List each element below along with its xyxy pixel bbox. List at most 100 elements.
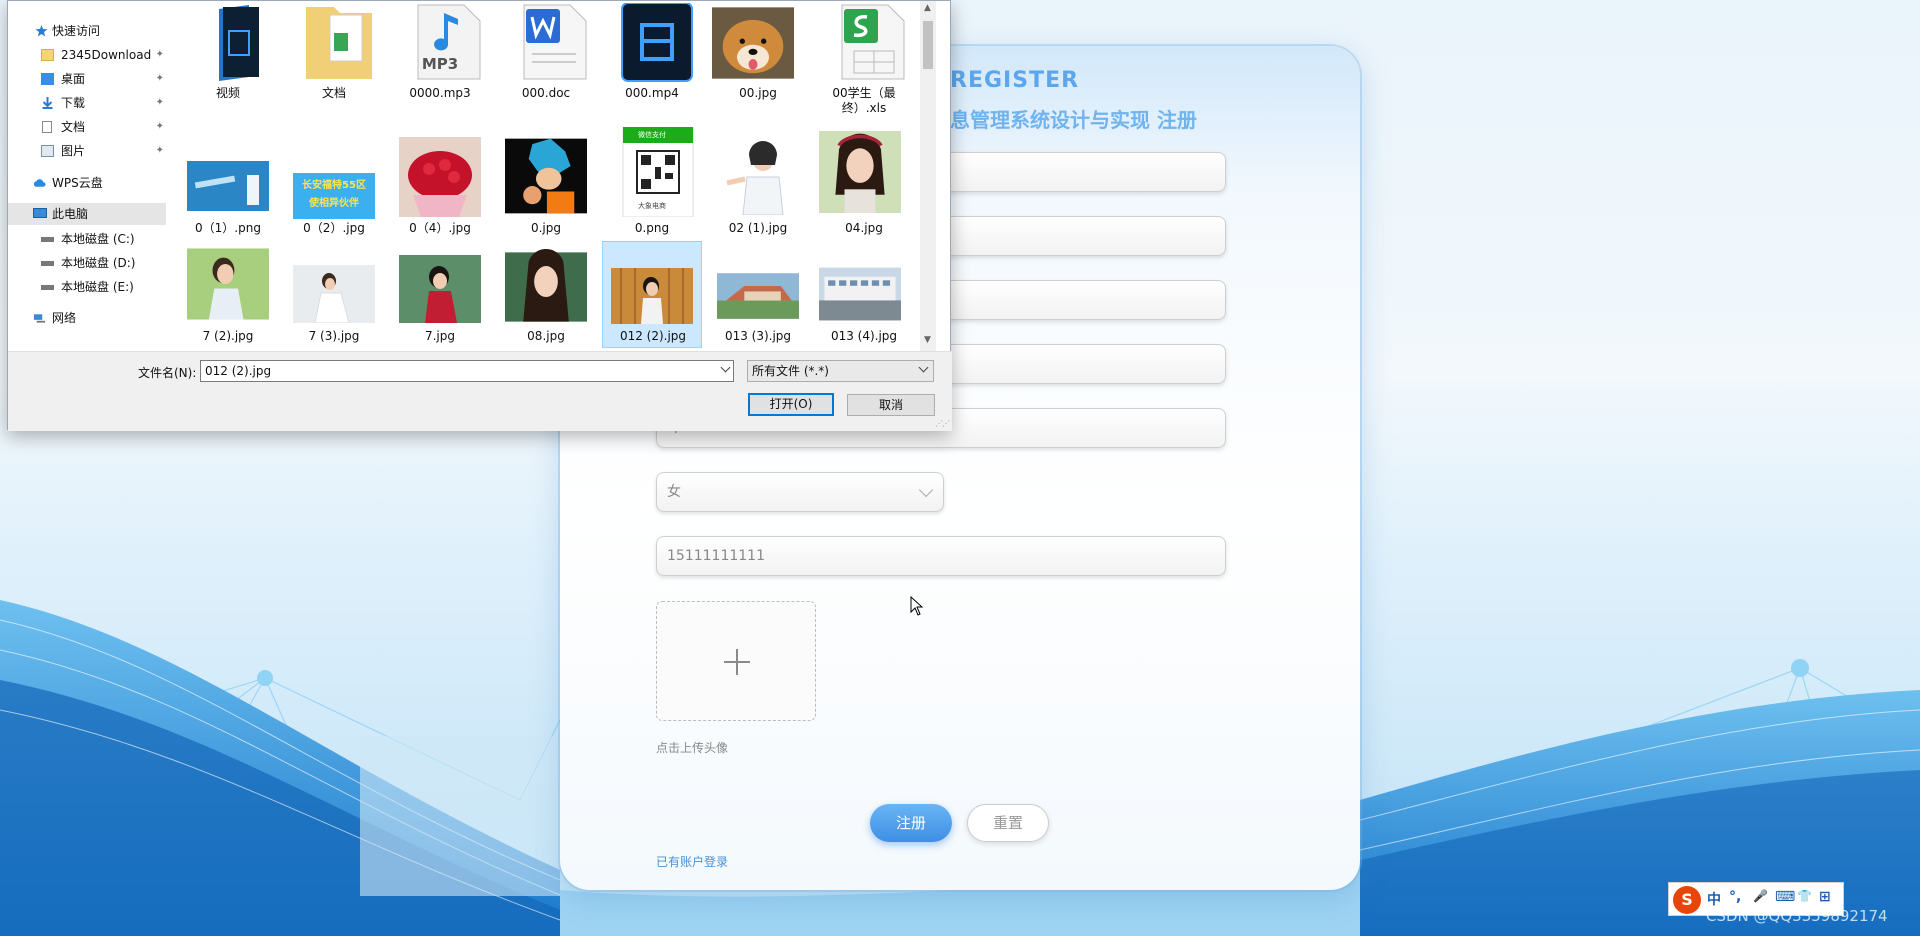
folder-icon [41,49,54,61]
pin-icon: ✦ [155,121,164,132]
register-button[interactable]: 注册 [870,804,952,842]
nav-drive-e[interactable]: 本地磁盘 (E:) [8,276,166,298]
scroll-up-icon[interactable]: ▲ [924,3,931,13]
file-item[interactable]: 08.jpg [496,241,596,351]
filename-label: 文件名(N): [138,366,197,380]
phone-input[interactable]: 15111111111 [656,536,1226,576]
file-item[interactable]: 视频 [178,1,278,117]
scroll-down-icon[interactable]: ▼ [924,335,931,345]
file-item[interactable]: 7 (2).jpg [178,241,278,351]
girl-image-thumbnail [399,255,481,323]
ime-punctuation-icon[interactable]: °, [1729,889,1741,905]
nav-pictures[interactable]: 图片 ✦ [8,140,166,162]
file-item[interactable]: MP3 0000.mp3 [390,1,490,117]
drive-icon [41,261,54,266]
ime-chinese-mode[interactable]: 中 [1707,889,1721,909]
scrollbar-thumb[interactable] [923,21,933,69]
watermark: CSDN @QQ3359892174 [1706,907,1888,925]
video-folder-icon [219,5,259,81]
mouse-cursor-icon [910,596,924,616]
nav-quick-access[interactable]: 快速访问 [8,20,166,42]
file-item-selected[interactable]: 012 (2).jpg [602,241,702,348]
excel-file-icon [841,4,905,80]
file-item[interactable]: 文档 [284,1,384,117]
nav-this-pc[interactable]: 此电脑 [8,203,166,225]
file-item[interactable]: 长安福特55区 使相异伙伴 0（2）.jpg [284,127,384,237]
nav-downloads[interactable]: 下载 ✦ [8,92,166,114]
upload-tip: 点击上传头像 [656,741,729,755]
file-item[interactable]: 000.doc [496,1,596,117]
gender-select[interactable]: 女 [656,472,944,512]
microphone-icon[interactable]: 🎤 [1753,889,1768,903]
document-folder-icon [306,7,372,79]
skin-icon[interactable]: 👕 [1797,889,1812,903]
file-list: 视频 文档 MP3 0000.mp3 000.doc 000.mp4 00.jp… [178,1,936,351]
banner-text: 长安福特55区 使相异伙伴 [302,180,366,209]
nav-drive-d[interactable]: 本地磁盘 (D:) [8,252,166,274]
download-icon [42,97,53,109]
navigation-pane: 快速访问 2345Download ✦ 桌面 ✦ 下载 ✦ 文档 ✦ 图片 ✦ WPS云盘 [8,1,166,351]
file-item[interactable]: 04.jpg [814,127,914,237]
nav-desktop[interactable]: 桌面 ✦ [8,68,166,90]
chevron-down-icon [918,482,934,498]
girl-image-thumbnail [611,268,693,324]
plus-icon [724,649,750,675]
roses-image-thumbnail [399,137,481,217]
chevron-down-icon [918,362,929,373]
login-link[interactable]: 已有账户登录 [656,853,728,870]
drive-icon [41,237,54,242]
nav-2345download[interactable]: 2345Download ✦ [8,44,166,66]
portrait-image-thumbnail [819,131,901,213]
file-item[interactable]: 00学生（最终）.xls [814,1,914,117]
dog-image-thumbnail [712,7,794,79]
register-title-en: REGISTER [950,68,1080,93]
file-open-dialog: 快速访问 2345Download ✦ 桌面 ✦ 下载 ✦ 文档 ✦ 图片 ✦ WPS云盘 [7,0,952,431]
register-title-cn: 息管理系统设计与实现 注册 [950,108,1197,132]
pin-icon: ✦ [155,97,164,108]
filename-input[interactable]: 012 (2).jpg [200,360,734,382]
file-item[interactable]: 00.jpg [708,1,808,117]
campus-image-thumbnail [717,273,799,319]
qr-top-text: 微信支付 [638,131,666,139]
open-button[interactable]: 打开(O) [748,393,834,416]
nav-drive-c[interactable]: 本地磁盘 (C:) [8,228,166,250]
nav-documents[interactable]: 文档 ✦ [8,116,166,138]
file-item[interactable]: 013 (4).jpg [814,241,914,351]
pin-icon: ✦ [155,145,164,156]
girl-image-thumbnail [187,248,269,320]
file-item[interactable]: 7 (3).jpg [284,241,384,351]
computer-icon [33,208,47,218]
avatar-uploader[interactable] [656,601,816,721]
pin-icon: ✦ [155,73,164,84]
girl-image-thumbnail [505,249,587,322]
toolbox-icon[interactable]: ⊞ [1819,889,1831,905]
file-item[interactable]: 7.jpg [390,241,490,351]
doctor-image-thumbnail [717,139,799,215]
file-item[interactable]: 013 (3).jpg [708,241,808,351]
cancel-button[interactable]: 取消 [847,394,935,416]
word-file-icon [523,4,587,80]
vaccine-image-thumbnail [187,161,269,211]
file-item[interactable]: 02 (1).jpg [708,127,808,237]
file-list-scrollbar[interactable]: ▲ ▼ [920,1,936,351]
keyboard-icon[interactable]: ⌨ [1775,889,1795,905]
file-item[interactable]: 000.mp4 [602,1,702,117]
nav-network[interactable]: 网络 [8,307,166,329]
anime-image-thumbnail [505,138,587,214]
chevron-down-icon[interactable] [720,362,731,373]
girl-image-thumbnail [293,265,375,323]
dialog-bottom-bar: 文件名(N): 012 (2).jpg 所有文件 (*.*) 打开(O) 取消 … [8,351,952,431]
file-item[interactable]: 微信支付 大象电商 0.png [602,127,702,237]
reset-button[interactable]: 重置 [967,804,1049,842]
file-item[interactable]: 0（4）.jpg [390,127,490,237]
drive-icon [41,285,54,290]
file-item[interactable]: 0.jpg [496,127,596,237]
sogou-logo-icon[interactable]: S [1673,886,1701,914]
file-item[interactable]: 0（1）.png [178,127,278,237]
nav-wps-cloud[interactable]: WPS云盘 [8,172,166,194]
file-type-select[interactable]: 所有文件 (*.*) [747,360,934,382]
picture-icon [41,145,54,157]
cloud-icon [33,179,46,187]
mp3-label: MP3 [421,55,459,73]
resize-grip-icon[interactable]: ⋰⋰ [935,419,950,428]
